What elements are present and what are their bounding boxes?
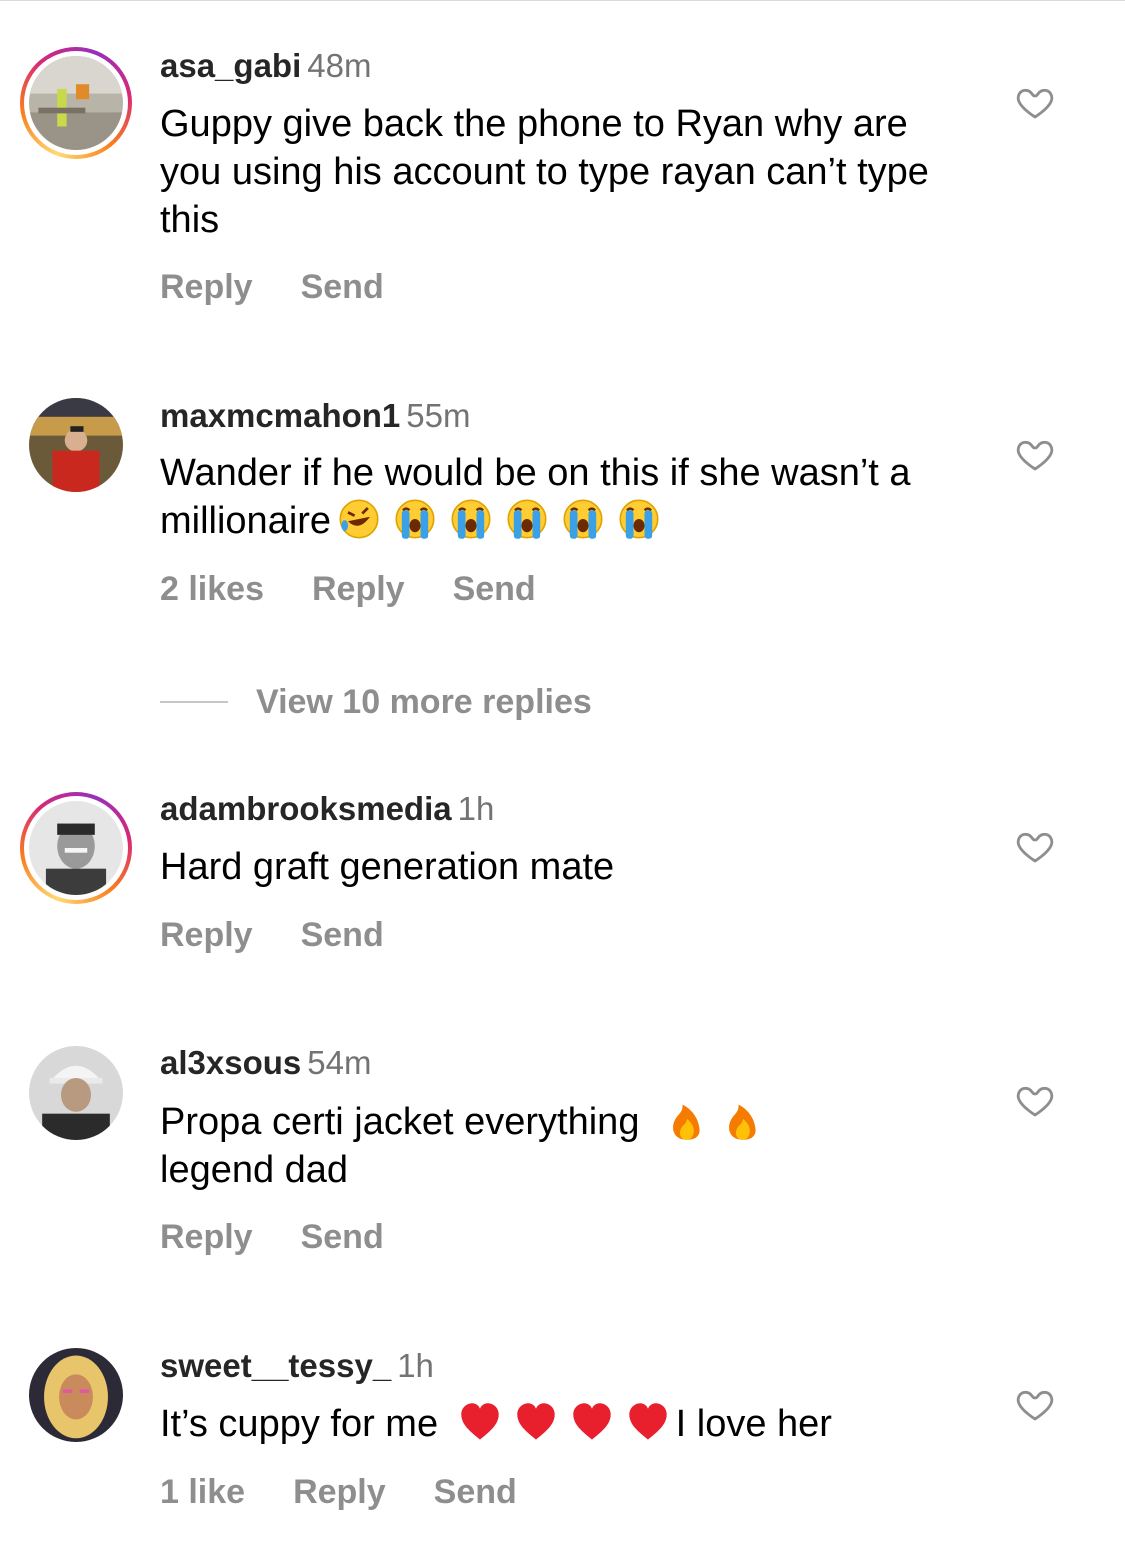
- comment-actions: Reply Send: [160, 916, 432, 955]
- reply-button[interactable]: Reply: [160, 268, 253, 306]
- comment-header: adambrooksmedia 1h: [160, 789, 494, 829]
- username[interactable]: maxmcmahon1: [160, 397, 400, 434]
- avatar: [29, 1046, 123, 1140]
- send-button[interactable]: Send: [301, 1218, 384, 1256]
- avatar: [29, 398, 123, 492]
- avatar-frame[interactable]: [20, 1037, 132, 1149]
- fire-emoji: [718, 1098, 768, 1142]
- avatar-frame[interactable]: [20, 1339, 132, 1451]
- red-heart-emoji: [567, 1400, 617, 1444]
- view-more-replies-label[interactable]: View 10 more replies: [256, 683, 592, 722]
- avatar: [29, 1348, 123, 1442]
- heart-outline-icon[interactable]: [1014, 434, 1056, 474]
- replies-divider-line: [160, 701, 228, 703]
- comment-text-continued: I love her: [675, 1403, 832, 1445]
- comment-header: sweet__tessy_ 1h: [160, 1346, 434, 1386]
- red-heart-emoji: [623, 1400, 673, 1444]
- username[interactable]: adambrooksmedia: [160, 790, 452, 827]
- send-button[interactable]: Send: [453, 570, 536, 608]
- send-button[interactable]: Send: [434, 1473, 517, 1511]
- comment-actions: 1 like Reply Send: [160, 1473, 565, 1512]
- reply-button[interactable]: Reply: [312, 570, 405, 608]
- red-heart-emoji: [511, 1400, 561, 1444]
- timestamp: 54m: [307, 1044, 372, 1081]
- comment-text: Wander if he would be on this if she was…: [160, 449, 960, 545]
- comment-text: It’s cuppy for me I love her: [160, 1400, 960, 1448]
- top-divider: [0, 0, 1125, 1]
- comment-actions: 2 likes Reply Send: [160, 570, 584, 609]
- crying-emoji: [446, 497, 496, 541]
- fire-emoji: [662, 1098, 712, 1142]
- rofl-emoji: [334, 497, 384, 541]
- username[interactable]: asa_gabi: [160, 47, 301, 84]
- likes-count[interactable]: 1 like: [160, 1473, 245, 1511]
- comment-header: maxmcmahon1 55m: [160, 396, 470, 436]
- comment-header: al3xsous 54m: [160, 1043, 371, 1083]
- send-button[interactable]: Send: [301, 268, 384, 306]
- avatar-story-ring[interactable]: [20, 792, 132, 904]
- comment-text-body: Propa certi jacket everything: [160, 1101, 640, 1143]
- reply-button[interactable]: Reply: [293, 1473, 386, 1511]
- username[interactable]: sweet__tessy_: [160, 1347, 391, 1384]
- reply-button[interactable]: Reply: [160, 916, 253, 954]
- view-more-replies[interactable]: View 10 more replies: [160, 680, 592, 724]
- reply-button[interactable]: Reply: [160, 1218, 253, 1256]
- crying-emoji: [558, 497, 608, 541]
- avatar-frame[interactable]: [20, 389, 132, 501]
- comment-actions: Reply Send: [160, 268, 432, 307]
- heart-outline-icon[interactable]: [1014, 826, 1056, 866]
- username[interactable]: al3xsous: [160, 1044, 301, 1081]
- timestamp: 55m: [406, 397, 471, 434]
- avatar: [29, 801, 123, 895]
- send-button[interactable]: Send: [301, 916, 384, 954]
- crying-emoji: [390, 497, 440, 541]
- timestamp: 1h: [457, 790, 495, 827]
- comment-text-continued: legend dad: [160, 1149, 349, 1191]
- crying-emoji: [502, 497, 552, 541]
- crying-emoji: [614, 497, 664, 541]
- comment-actions: Reply Send: [160, 1218, 432, 1257]
- comment-text: Guppy give back the phone to Ryan why ar…: [160, 103, 929, 241]
- comment-text: Propa certi jacket everything legend dad: [160, 1098, 960, 1194]
- avatar-story-ring[interactable]: [20, 47, 132, 159]
- heart-outline-icon[interactable]: [1014, 1080, 1056, 1120]
- avatar: [29, 56, 123, 150]
- heart-outline-icon[interactable]: [1014, 82, 1056, 122]
- timestamp: 1h: [397, 1347, 434, 1384]
- comment-text: Hard graft generation mate: [160, 846, 615, 888]
- comment-header: asa_gabi 48m: [160, 46, 371, 86]
- heart-outline-icon[interactable]: [1014, 1384, 1056, 1424]
- comment-text-body: It’s cuppy for me: [160, 1403, 439, 1445]
- timestamp: 48m: [307, 47, 372, 84]
- likes-count[interactable]: 2 likes: [160, 570, 264, 608]
- red-heart-emoji: [455, 1400, 505, 1444]
